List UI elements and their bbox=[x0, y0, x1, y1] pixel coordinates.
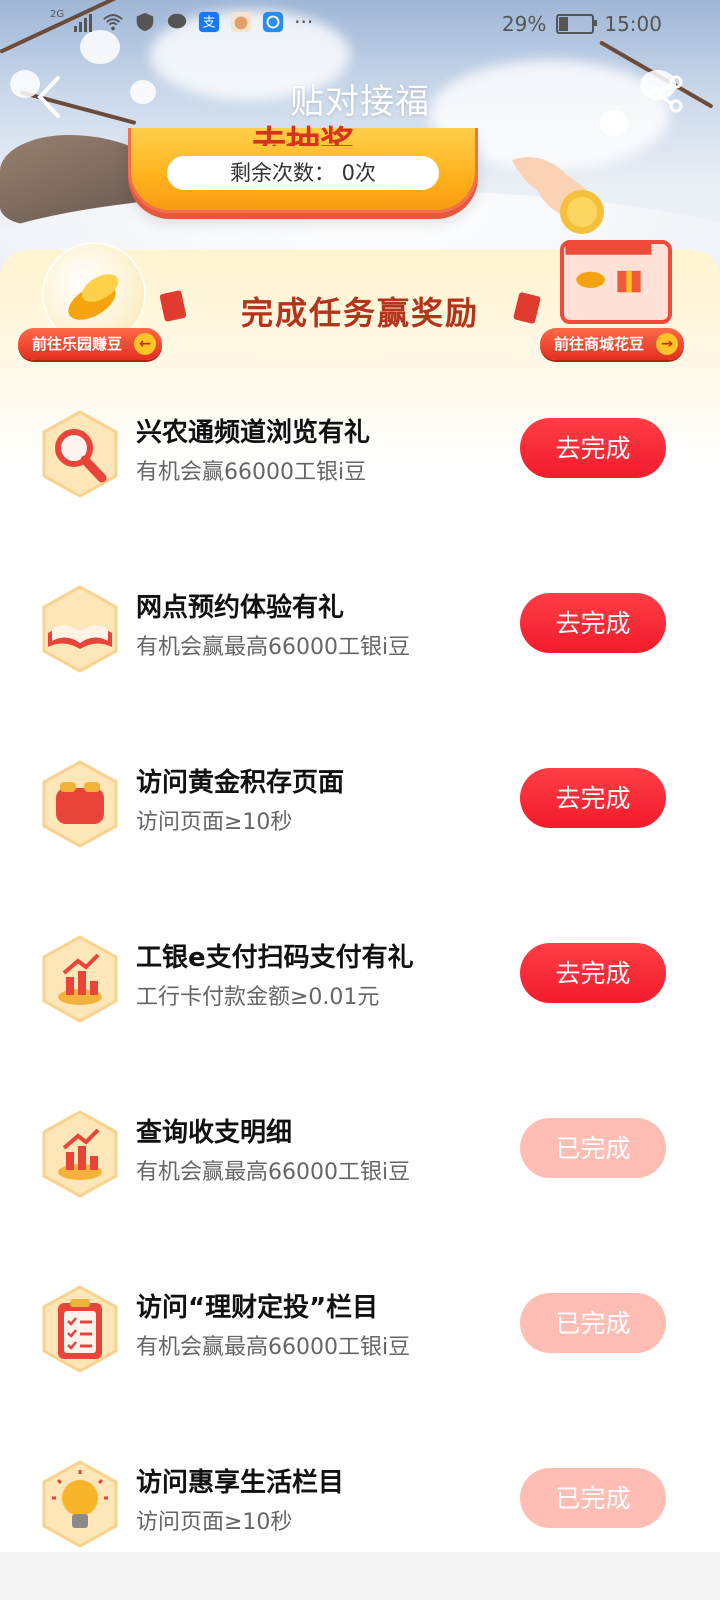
complete-task-button[interactable]: 去完成 bbox=[520, 593, 666, 653]
lottery-title: 去抽奖 bbox=[252, 124, 354, 146]
task-item: 查询收支明细 有机会赢最高66000工银i豆 已完成 bbox=[0, 1110, 720, 1220]
growth-chart-icon bbox=[42, 935, 118, 1023]
task-title: 访问惠享生活栏目 bbox=[136, 1468, 345, 1498]
remaining-label: 剩余次数： bbox=[229, 161, 335, 185]
growth-chart-icon bbox=[42, 1110, 118, 1198]
task-subtitle: 有机会赢最高66000工银i豆 bbox=[136, 1335, 411, 1360]
bottom-system-bar bbox=[0, 1552, 720, 1600]
task-subtitle: 有机会赢66000工银i豆 bbox=[136, 460, 367, 485]
wallet-icon bbox=[42, 760, 118, 848]
task-title: 兴农通频道浏览有礼 bbox=[136, 418, 371, 448]
alipay-icon: 支 bbox=[199, 11, 220, 33]
browser-icon bbox=[263, 11, 284, 33]
battery-icon bbox=[556, 14, 598, 34]
arrow-left-icon: ← bbox=[134, 333, 157, 355]
task-subtitle: 工行卡付款金额≥0.01元 bbox=[136, 985, 380, 1010]
book-icon bbox=[42, 585, 118, 673]
task-item: 网点预约体验有礼 有机会赢最高66000工银i豆 去完成 bbox=[0, 585, 720, 695]
complete-task-button[interactable]: 去完成 bbox=[520, 768, 666, 828]
complete-task-button[interactable]: 去完成 bbox=[520, 418, 666, 478]
network-type-label: 2G bbox=[50, 8, 65, 20]
complete-task-button[interactable]: 去完成 bbox=[520, 943, 666, 1003]
spend-beans-button[interactable]: 前往商城花豆 → bbox=[540, 328, 685, 360]
task-subtitle: 访问页面≥10秒 bbox=[136, 1510, 293, 1535]
wifi-icon bbox=[103, 14, 123, 31]
remaining-value: 0次 bbox=[341, 161, 377, 185]
magnifier-icon bbox=[42, 410, 118, 498]
arrow-right-icon: → bbox=[656, 333, 679, 355]
more-notifications-icon: ··· bbox=[294, 10, 314, 34]
task-title: 网点预约体验有礼 bbox=[136, 593, 345, 623]
task-item: 兴农通频道浏览有礼 有机会赢66000工银i豆 去完成 bbox=[0, 410, 720, 520]
earn-beans-label: 前往乐园赚豆 bbox=[32, 335, 123, 353]
task-item: 访问“理财定投”栏目 有机会赢最高66000工银i豆 已完成 bbox=[0, 1285, 720, 1395]
clock: 15:00 bbox=[604, 12, 662, 36]
lottery-button[interactable]: 去抽奖 剩余次数： 0次 bbox=[128, 124, 478, 213]
task-completed-button[interactable]: 已完成 bbox=[520, 1468, 666, 1528]
signal-icon bbox=[74, 12, 93, 32]
chat-icon bbox=[167, 13, 187, 29]
pointing-hand-icon bbox=[512, 157, 604, 234]
spend-beans-label: 前往商城花豆 bbox=[554, 335, 645, 353]
clipboard-icon bbox=[42, 1285, 118, 1373]
lightbulb-icon bbox=[42, 1460, 118, 1548]
task-subtitle: 有机会赢最高66000工银i豆 bbox=[136, 635, 411, 660]
task-title: 查询收支明细 bbox=[136, 1118, 293, 1148]
task-item: 访问黄金积存页面 访问页面≥10秒 去完成 bbox=[0, 760, 720, 870]
shield-icon bbox=[136, 12, 154, 32]
task-title: 访问“理财定投”栏目 bbox=[136, 1293, 379, 1323]
task-title: 访问黄金积存页面 bbox=[136, 768, 345, 798]
battery-percent: 29% bbox=[501, 12, 547, 36]
app-mascot-icon bbox=[231, 11, 252, 33]
status-bar: 2G 支 ··· 29% 15:00 bbox=[0, 0, 720, 50]
task-title: 工银e支付扫码支付有礼 bbox=[136, 943, 414, 973]
earn-beans-button[interactable]: 前往乐园赚豆 ← bbox=[18, 328, 163, 360]
svg-text:支: 支 bbox=[203, 16, 216, 31]
task-subtitle: 有机会赢最高66000工银i豆 bbox=[136, 1160, 411, 1185]
task-item: 工银e支付扫码支付有礼 工行卡付款金额≥0.01元 去完成 bbox=[0, 935, 720, 1045]
remaining-count-pill: 剩余次数： 0次 bbox=[167, 156, 439, 190]
task-completed-button[interactable]: 已完成 bbox=[520, 1293, 666, 1353]
task-subtitle: 访问页面≥10秒 bbox=[136, 810, 293, 835]
share-icon[interactable] bbox=[648, 74, 684, 114]
task-completed-button[interactable]: 已完成 bbox=[520, 1118, 666, 1178]
